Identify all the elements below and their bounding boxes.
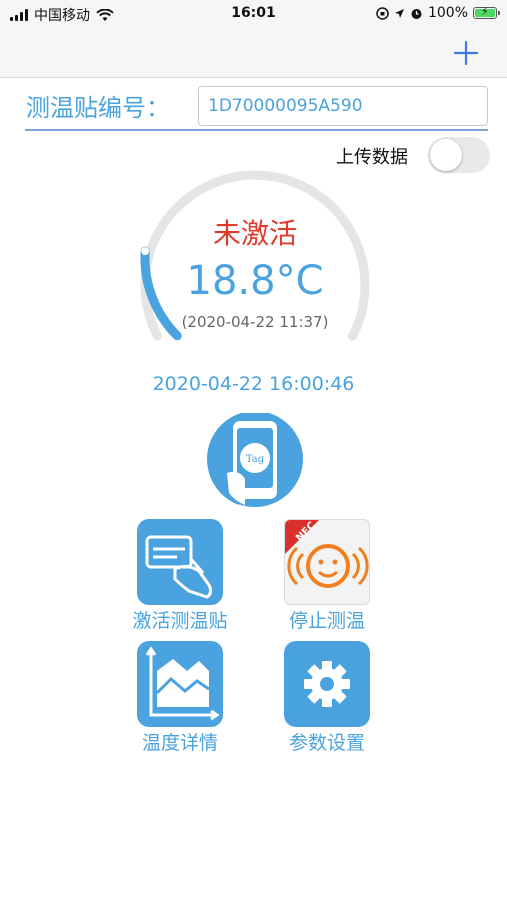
battery-percent: 100% [427, 5, 468, 21]
nfc-phone-tag-icon[interactable]: Tag [205, 413, 305, 513]
status-bar: 中国移动 16:01 100% ⚡ [0, 0, 507, 30]
orientation-lock-icon [376, 6, 389, 20]
gear-icon [304, 661, 350, 707]
nfc-stop-icon: NFC [285, 520, 369, 588]
card-hand-icon [145, 535, 213, 599]
tag-id-label: 测温贴编号： [26, 94, 170, 122]
plus-icon [453, 40, 479, 66]
stop-measure-label: 停止测温 [288, 610, 365, 632]
tag-id-input[interactable] [198, 86, 488, 126]
status-right: 100% ⚡ [376, 5, 500, 21]
temperature-detail-button[interactable] [137, 641, 223, 727]
nav-bar [0, 30, 507, 78]
reading-time: (2020-04-22 11:37) [181, 313, 329, 331]
area-chart-icon [145, 646, 220, 721]
gauge-track [140, 170, 370, 341]
battery-icon: ⚡ [473, 5, 500, 19]
upload-data-toggle[interactable] [428, 137, 490, 173]
toggle-knob [430, 139, 462, 171]
stop-measure-button[interactable]: NFC [284, 519, 370, 605]
add-button[interactable] [449, 36, 483, 70]
alarm-icon [411, 8, 422, 19]
temperature-value: 18.8°C [186, 258, 324, 304]
activate-tag-label: 激活测温贴 [132, 610, 228, 632]
nfc-tag-text: Tag [246, 454, 265, 465]
tag-divider [25, 129, 488, 131]
location-icon [394, 8, 404, 18]
settings-label: 参数设置 [288, 732, 365, 754]
activate-tag-button[interactable] [137, 519, 223, 605]
settings-button[interactable] [284, 641, 370, 727]
activation-status: 未激活 [212, 217, 297, 250]
temperature-detail-label: 温度详情 [141, 732, 218, 754]
current-time: 2020-04-22 16:00:46 [152, 373, 355, 395]
